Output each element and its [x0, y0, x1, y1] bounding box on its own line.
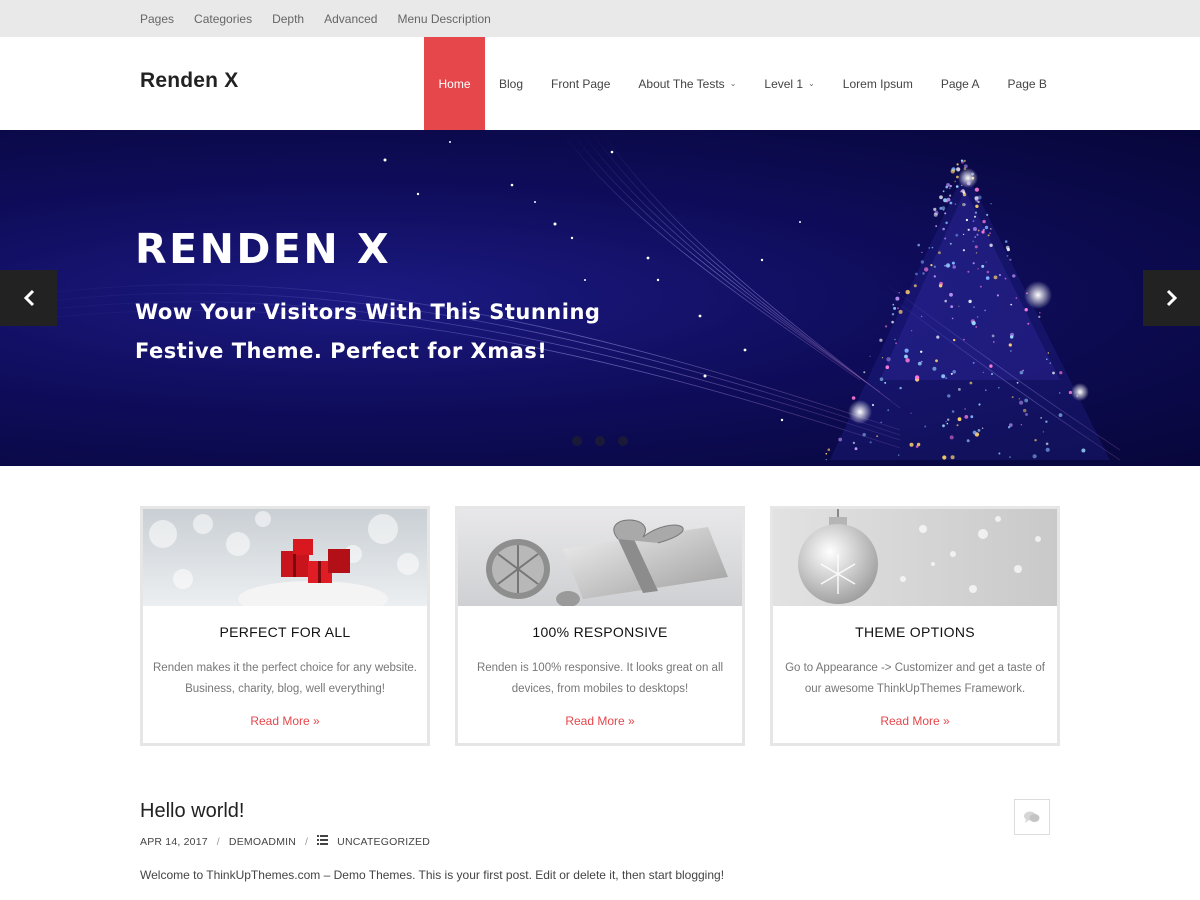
comments-button[interactable] — [1014, 799, 1050, 835]
chevron-left-icon — [23, 289, 34, 307]
nav-item-label: Lorem Ipsum — [842, 76, 913, 91]
feature-text: Go to Appearance -> Customizer and get a… — [785, 662, 1045, 695]
feature-text: Renden makes it the perfect choice for a… — [153, 662, 418, 695]
meta-separator: / — [305, 835, 309, 848]
slider-prev-button[interactable] — [0, 270, 57, 326]
preheader-link-depth[interactable]: Depth — [272, 12, 304, 26]
slider-next-button[interactable] — [1143, 270, 1200, 326]
feature-image-red-gifts[interactable] — [143, 509, 427, 606]
main-nav: Home Blog Front Page About The Tests ⌄ Le… — [424, 37, 1061, 130]
feature-image-silver-gift[interactable] — [458, 509, 742, 606]
slide-title: RENDEN X — [135, 225, 392, 273]
nav-item-label: Page B — [1007, 76, 1047, 91]
slider-dot[interactable] — [618, 436, 628, 446]
nav-item-label: Blog — [499, 76, 524, 91]
feature-boxes: PERFECT FOR ALL Renden makes it the perf… — [140, 506, 1060, 746]
preheader-link-categories[interactable]: Categories — [194, 12, 252, 26]
slide-caption-line: Festive Theme. Perfect for Xmas! — [135, 339, 548, 363]
read-more-link[interactable]: Read More » — [773, 714, 1057, 728]
nav-item-page-a[interactable]: Page A — [927, 37, 994, 130]
feature-title: THEME OPTIONS — [855, 624, 975, 640]
nav-item-page-b[interactable]: Page B — [994, 37, 1061, 130]
post-author[interactable]: DEMOADMIN — [229, 836, 296, 848]
read-more-link[interactable]: Read More » — [143, 714, 427, 728]
pre-header-menu: Pages Categories Depth Advanced Menu Des… — [140, 0, 511, 37]
feature-image-silver-ornament[interactable] — [773, 509, 1057, 606]
post-excerpt: Welcome to ThinkUpThemes.com – Demo Them… — [140, 868, 725, 882]
nav-item-label: About The Tests — [638, 76, 725, 91]
feature-box: 100% RESPONSIVE Renden is 100% responsiv… — [455, 506, 745, 746]
christmas-tree-sparkles — [830, 170, 1110, 460]
slider-dot[interactable] — [572, 436, 582, 446]
nav-item-label: Level 1 — [764, 76, 804, 91]
slide-caption-line: Wow Your Visitors With This Stunning — [135, 300, 601, 324]
post-title[interactable]: Hello world! — [140, 800, 244, 823]
slide-caption: Wow Your Visitors With This Stunning Fes… — [135, 293, 615, 371]
nav-item-front-page[interactable]: Front Page — [537, 37, 624, 130]
preheader-link-advanced[interactable]: Advanced — [324, 12, 377, 26]
nav-item-home[interactable]: Home — [424, 37, 485, 130]
nav-item-label: Home — [438, 76, 471, 91]
meta-separator: / — [216, 835, 220, 848]
nav-item-label: Front Page — [551, 76, 611, 91]
post-date[interactable]: APR 14, 2017 — [140, 836, 208, 848]
preheader-link-menu-description[interactable]: Menu Description — [397, 12, 490, 26]
feature-title: 100% RESPONSIVE — [532, 624, 668, 640]
chevron-right-icon — [1166, 289, 1177, 307]
slider-dot[interactable] — [595, 436, 605, 446]
feature-box: PERFECT FOR ALL Renden makes it the perf… — [140, 506, 430, 746]
feature-text: Renden is 100% responsive. It looks grea… — [476, 662, 724, 695]
nav-item-blog[interactable]: Blog — [485, 37, 537, 130]
site-logo[interactable]: Renden X — [140, 69, 238, 93]
read-more-link[interactable]: Read More » — [458, 714, 742, 728]
nav-item-label: Page A — [940, 76, 980, 91]
chevron-down-icon: ⌄ — [729, 79, 737, 88]
list-icon — [317, 835, 329, 848]
post-category[interactable]: UNCATEGORIZED — [337, 836, 430, 848]
nav-item-lorem-ipsum[interactable]: Lorem Ipsum — [829, 37, 927, 130]
nav-item-level-1[interactable]: Level 1 ⌄ — [750, 37, 828, 130]
chevron-down-icon: ⌄ — [808, 79, 815, 88]
post-meta: APR 14, 2017 / DEMOADMIN / UNCATEGORIZED — [140, 835, 430, 848]
preheader-link-pages[interactable]: Pages — [140, 12, 174, 26]
nav-item-about-the-tests[interactable]: About The Tests ⌄ — [624, 37, 750, 130]
slider-pagination — [572, 436, 641, 446]
feature-title: PERFECT FOR ALL — [219, 624, 351, 640]
hero-slider: RENDEN X Wow Your Visitors With This Stu… — [0, 130, 1200, 466]
pre-header-bar: Pages Categories Depth Advanced Menu Des… — [0, 0, 1200, 37]
site-header: Renden X Home Blog Front Page About The … — [0, 37, 1200, 130]
feature-box: THEME OPTIONS Go to Appearance -> Custom… — [770, 506, 1060, 746]
comment-icon — [1024, 811, 1040, 823]
